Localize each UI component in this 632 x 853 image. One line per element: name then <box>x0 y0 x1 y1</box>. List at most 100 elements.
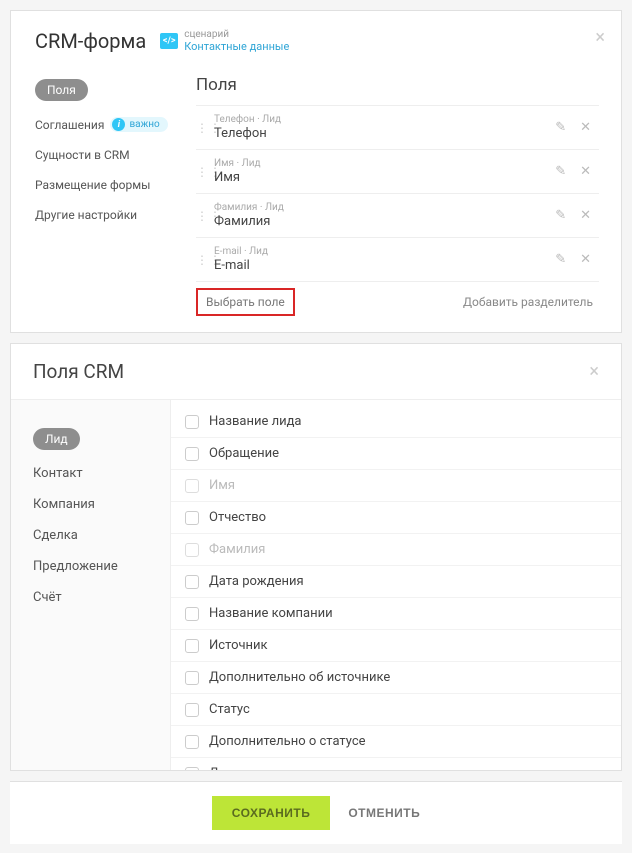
field-option-row[interactable]: Отчество <box>171 502 621 534</box>
sidebar-item-label: Другие настройки <box>35 208 137 222</box>
field-option-row[interactable]: Название компании <box>171 598 621 630</box>
field-option-row[interactable]: Обращение <box>171 438 621 470</box>
field-option-label: Дата рождения <box>209 574 304 589</box>
field-option-checkbox[interactable] <box>185 703 199 717</box>
field-name: Телефон <box>214 126 555 141</box>
footer-bar: СОХРАНИТЬ ОТМЕНИТЬ <box>10 781 622 844</box>
field-option-checkbox[interactable] <box>185 671 199 685</box>
field-option-label: Дополнительно о статусе <box>209 734 366 749</box>
cancel-button[interactable]: ОТМЕНИТЬ <box>348 796 420 830</box>
field-option-row[interactable]: Должность <box>171 758 621 770</box>
field-option-checkbox[interactable] <box>185 415 199 429</box>
tab-offer[interactable]: Предложение <box>33 551 170 582</box>
field-row: ⋮⋮ Имя · ЛидИмя✎ ✕ <box>196 149 599 193</box>
field-option-checkbox[interactable] <box>185 447 199 461</box>
edit-icon[interactable]: ✎ <box>555 164 566 179</box>
remove-icon[interactable]: ✕ <box>580 252 591 267</box>
remove-icon[interactable]: ✕ <box>580 208 591 223</box>
field-option-row: Фамилия <box>171 534 621 566</box>
field-list: ⋮⋮Телефон · ЛидТелефон✎✕⋮⋮Имя · ЛидИмя✎✕… <box>196 105 599 281</box>
field-option-checkbox <box>185 479 199 493</box>
scenario-label: сценарий <box>184 29 289 40</box>
sidebar-item-other[interactable]: Другие настройки <box>35 200 196 230</box>
field-option-checkbox <box>185 543 199 557</box>
field-option-label: Фамилия <box>209 542 265 557</box>
crm-fields-dialog: Поля CRM × Лид Контакт Компания Сделка П… <box>10 343 622 771</box>
panel-header: CRM-форма </> сценарий Контактные данные… <box>11 11 621 63</box>
field-info: Телефон · ЛидТелефон <box>214 114 555 141</box>
field-option-checkbox[interactable] <box>185 511 199 525</box>
field-meta: Фамилия · Лид <box>214 202 555 213</box>
close-icon[interactable]: × <box>595 27 605 48</box>
edit-icon[interactable]: ✎ <box>555 252 566 267</box>
field-option-checkbox[interactable] <box>185 735 199 749</box>
remove-icon[interactable]: ✕ <box>580 120 591 135</box>
important-badge: важно <box>110 117 167 132</box>
field-option-label: Название лида <box>209 414 302 429</box>
field-name: E-mail <box>214 258 555 273</box>
tab-company[interactable]: Компания <box>33 489 170 520</box>
field-option-row[interactable]: Статус <box>171 694 621 726</box>
main-area: Поля ⋮⋮Телефон · ЛидТелефон✎✕⋮⋮Имя · Лид… <box>196 63 621 316</box>
field-meta: Имя · Лид <box>214 158 555 169</box>
field-row: ⋮⋮ E-mail · ЛидE-mail✎ ✕ <box>196 237 599 281</box>
field-name: Фамилия <box>214 214 555 229</box>
field-option-label: Имя <box>209 478 235 493</box>
field-meta: Телефон · Лид <box>214 114 555 125</box>
tab-lead[interactable]: Лид <box>33 420 170 458</box>
drag-handle-icon[interactable]: ⋮⋮ <box>196 209 210 223</box>
scenario-link: Контактные данные <box>184 40 289 53</box>
field-name: Имя <box>214 170 555 185</box>
field-option-row[interactable]: Название лида <box>171 406 621 438</box>
field-option-checkbox[interactable] <box>185 767 199 771</box>
crm-form-panel: CRM-форма </> сценарий Контактные данные… <box>10 10 622 333</box>
sidebar-item-label: Размещение формы <box>35 178 150 192</box>
drag-handle-icon[interactable]: ⋮⋮ <box>196 121 210 135</box>
field-option-label: Отчество <box>209 510 266 525</box>
field-option-row[interactable]: Источник <box>171 630 621 662</box>
field-option-checkbox[interactable] <box>185 607 199 621</box>
sidebar-item-agreements[interactable]: Соглашения важно <box>35 109 196 140</box>
close-icon[interactable]: × <box>589 361 599 382</box>
edit-icon[interactable]: ✎ <box>555 208 566 223</box>
sidebar-item-placement[interactable]: Размещение формы <box>35 170 196 200</box>
select-field-button[interactable]: Выбрать поле <box>196 288 295 316</box>
edit-icon[interactable]: ✎ <box>555 120 566 135</box>
field-option-checkbox[interactable] <box>185 639 199 653</box>
field-option-checkbox[interactable] <box>185 575 199 589</box>
field-row: ⋮⋮ Фамилия · ЛидФамилия✎ ✕ <box>196 193 599 237</box>
field-option-row[interactable]: Дата рождения <box>171 566 621 598</box>
tab-invoice[interactable]: Счёт <box>33 582 170 613</box>
dialog-title: Поля CRM <box>33 360 124 383</box>
field-options-scroll[interactable]: Название лида Обращение Имя Отчество Фамилия… <box>171 400 621 770</box>
sidebar-item-fields[interactable]: Поля <box>35 71 196 109</box>
drag-handle-icon[interactable]: ⋮⋮ <box>196 165 210 179</box>
add-separator-link[interactable]: Добавить разделитель <box>463 295 593 309</box>
remove-icon[interactable]: ✕ <box>580 164 591 179</box>
dialog-sidebar: Лид Контакт Компания Сделка Предложение … <box>11 400 171 770</box>
field-options-area: Название лида Обращение Имя Отчество Фамилия… <box>171 400 621 770</box>
field-info: Имя · ЛидИмя <box>214 158 555 185</box>
field-option-label: Обращение <box>209 446 279 461</box>
field-row: ⋮⋮ Телефон · ЛидТелефон✎ ✕ <box>196 105 599 149</box>
sidebar-pill-fields: Поля <box>35 79 88 101</box>
field-option-row[interactable]: Дополнительно о статусе <box>171 726 621 758</box>
tab-pill-lead: Лид <box>33 428 80 450</box>
field-option-label: Источник <box>209 638 268 653</box>
field-option-label: Название компании <box>209 606 333 621</box>
sidebar-item-entities[interactable]: Сущности в CRM <box>35 140 196 170</box>
field-option-label: Должность <box>209 766 279 770</box>
field-info: E-mail · ЛидE-mail <box>214 246 555 273</box>
save-button[interactable]: СОХРАНИТЬ <box>212 796 331 830</box>
field-option-row[interactable]: Дополнительно об источнике <box>171 662 621 694</box>
scenario-badge[interactable]: </> сценарий Контактные данные <box>160 29 289 53</box>
sidebar: Поля Соглашения важно Сущности в CRM Раз… <box>11 63 196 316</box>
tab-contact[interactable]: Контакт <box>33 458 170 489</box>
field-meta: E-mail · Лид <box>214 246 555 257</box>
tab-deal[interactable]: Сделка <box>33 520 170 551</box>
drag-handle-icon[interactable]: ⋮⋮ <box>196 253 210 267</box>
field-info: Фамилия · ЛидФамилия <box>214 202 555 229</box>
panel-title: CRM-форма <box>35 29 146 53</box>
sidebar-item-label: Сущности в CRM <box>35 148 130 162</box>
sidebar-item-label: Соглашения <box>35 118 104 132</box>
